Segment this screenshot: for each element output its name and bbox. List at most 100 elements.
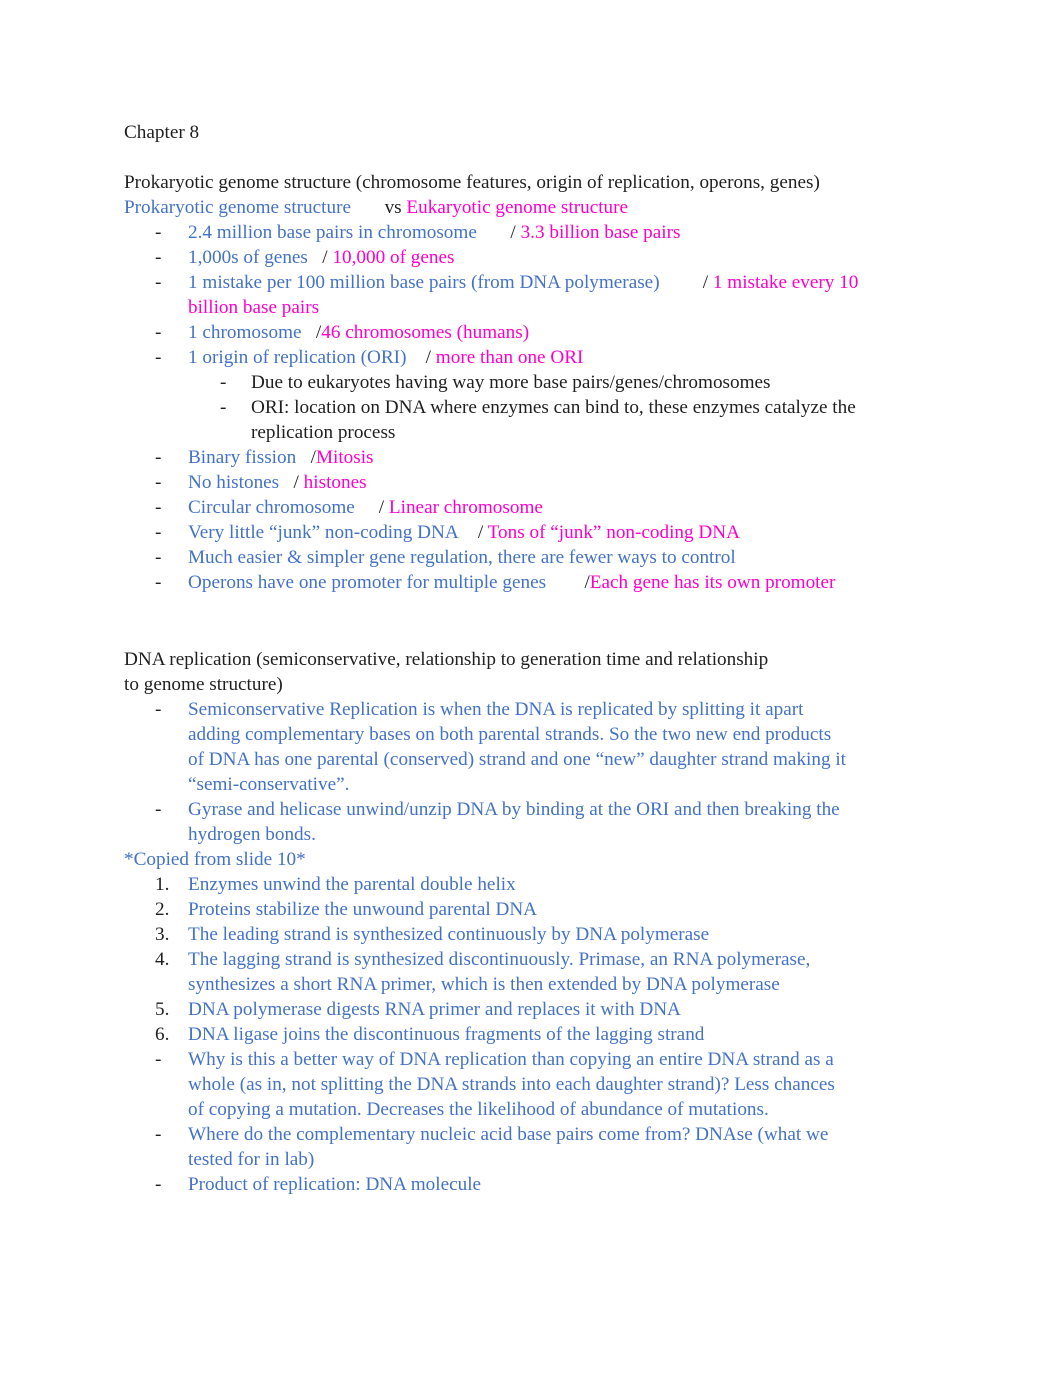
eukaryote-value: more than one ORI [435,347,584,368]
prokaryote-value: Operons have one promoter for multiple g… [188,572,547,593]
list-item-text: Much easier & simpler gene regulation, t… [188,545,878,570]
bullet-marker: - [155,322,162,343]
bullet-marker: - [220,397,227,418]
bullet-marker: - [155,522,162,543]
sub-list-item: - ORI: location on DNA where enzymes can… [124,395,940,445]
prokaryote-value: Circular chromosome [188,497,355,518]
numbered-list-item-text: DNA polymerase digests RNA primer and re… [188,999,681,1020]
list-item-text: 1,000s of genes / 10,000 of genes [188,245,878,270]
list-item-text: Semiconservative Replication is when the… [188,699,847,795]
list-item-text: Why is this a better way of DNA replicat… [188,1049,835,1120]
separator-slash: / [296,447,316,468]
list-item-text: 1 mistake per 100 million base pairs (fr… [188,270,878,320]
list-item: - Binary fission /Mitosis [124,445,940,470]
subheading-vs: vs [350,197,407,218]
bullet-marker: - [155,547,162,568]
numbered-list-item-text: DNA ligase joins the discontinuous fragm… [188,1024,705,1045]
separator-slash: / [659,272,713,293]
chapter-title: Chapter 8 [124,122,200,143]
numbered-list-item-text: Proteins stabilize the unwound parental … [188,899,538,920]
separator-slash: / [354,497,389,518]
list-item: - Very little “junk” non-coding DNA / To… [124,520,940,545]
list-item: - Where do the complementary nucleic aci… [124,1122,940,1172]
numbered-list-item: 4. The lagging strand is synthesized dis… [124,947,940,997]
separator-slash: / [279,472,304,493]
list-item: - Product of replication: DNA molecule [124,1172,940,1197]
prokaryote-value: 1 origin of replication (ORI) [188,347,407,368]
eukaryote-value: 46 chromosomes (humans) [321,322,530,343]
bullet-marker: - [155,472,162,493]
title-spacer [124,145,940,170]
separator-slash: / [458,522,488,543]
bullet-marker: - [220,372,227,393]
prokaryote-value: Very little “junk” non-coding DNA [188,522,459,543]
list-item: - Circular chromosome / Linear chromosom… [124,495,940,520]
eukaryote-value: 3.3 billion base pairs [520,222,681,243]
numbered-list-item: 6. DNA ligase joins the discontinuous fr… [124,1022,940,1047]
bullet-marker: - [155,572,162,593]
list-item-text: Operons have one promoter for multiple g… [188,570,878,595]
list-item: - Gyrase and helicase unwind/unzip DNA b… [124,797,940,847]
list-item-text: Very little “junk” non-coding DNA / Tons… [188,520,878,545]
numbered-list-item-text: The leading strand is synthesized contin… [188,924,710,945]
separator-slash: / [546,572,590,593]
section1-subheading: Prokaryotic genome structure vs Eukaryot… [124,195,940,220]
separator-slash: / [406,347,436,368]
bullet-marker: - [155,272,162,293]
list-number: 4. [155,949,170,970]
document-body: Chapter 8 Prokaryotic genome structure (… [124,120,940,1197]
eukaryote-value: histones [303,472,367,493]
list-item: - Why is this a better way of DNA replic… [124,1047,940,1122]
separator-slash: / [476,222,521,243]
prokaryote-value: No histones [188,472,280,493]
list-item-text: Gyrase and helicase unwind/unzip DNA by … [188,799,840,845]
section1-heading: Prokaryotic genome structure (chromosome… [124,172,820,193]
list-item-text: Where do the complementary nucleic acid … [188,1124,829,1170]
numbered-list-item: 1. Enzymes unwind the parental double he… [124,872,940,897]
list-item: - Semiconservative Replication is when t… [124,697,940,797]
eukaryote-value: Mitosis [315,447,374,468]
list-item-text: 2.4 million base pairs in chromosome / 3… [188,220,878,245]
list-item-text: Circular chromosome / Linear chromosome [188,495,878,520]
list-item: - 1 origin of replication (ORI) / more t… [124,345,940,370]
list-item: - Operons have one promoter for multiple… [124,570,940,595]
list-number: 1. [155,874,170,895]
bullet-marker: - [155,497,162,518]
subheading-eukaryotic: Eukaryotic genome structure [406,197,629,218]
prokaryote-value: 1 chromosome [188,322,302,343]
numbered-list-item-text: The lagging strand is synthesized discon… [188,949,811,995]
prokaryote-value: 2.4 million base pairs in chromosome [188,222,477,243]
list-item: - 2.4 million base pairs in chromosome /… [124,220,940,245]
eukaryote-value: Each gene has its own promoter [589,572,836,593]
list-item: - No histones / histones [124,470,940,495]
eukaryote-value: 10,000 of genes [332,247,455,268]
numbered-list-item: 2. Proteins stabilize the unwound parent… [124,897,940,922]
bullet-marker: - [155,222,162,243]
bullet-marker: - [155,1049,162,1070]
numbered-list-item-text: Enzymes unwind the parental double helix [188,874,516,895]
eukaryote-value: Linear chromosome [388,497,543,518]
bullet-marker: - [155,347,162,368]
eukaryote-value: Tons of “junk” non-coding DNA [487,522,740,543]
section2-heading: DNA replication (semiconservative, relat… [124,649,769,695]
bullet-marker: - [155,447,162,468]
numbered-list-item: 5. DNA polymerase digests RNA primer and… [124,997,940,1022]
prokaryote-value: 1 mistake per 100 million base pairs (fr… [188,272,660,293]
numbered-list-item: 3. The leading strand is synthesized con… [124,922,940,947]
sub-list-item-text: Due to eukaryotes having way more base p… [251,372,771,393]
list-item-text: No histones / histones [188,470,878,495]
bullet-marker: - [155,799,162,820]
subheading-prokaryotic: Prokaryotic genome structure [124,197,351,218]
list-item-text: 1 origin of replication (ORI) / more tha… [188,345,878,370]
list-number: 6. [155,1024,170,1045]
prokaryote-value: Much easier & simpler gene regulation, t… [188,547,736,568]
sub-list-item-text: ORI: location on DNA where enzymes can b… [251,397,856,443]
list-item: - Much easier & simpler gene regulation,… [124,545,940,570]
list-item: - 1,000s of genes / 10,000 of genes [124,245,940,270]
bullet-marker: - [155,1174,162,1195]
bullet-marker: - [155,247,162,268]
separator-slash: / [307,247,333,268]
list-item: - 1 chromosome /46 chromosomes (humans) [124,320,940,345]
bullet-marker: - [155,1124,162,1145]
prokaryote-value: Binary fission [188,447,297,468]
